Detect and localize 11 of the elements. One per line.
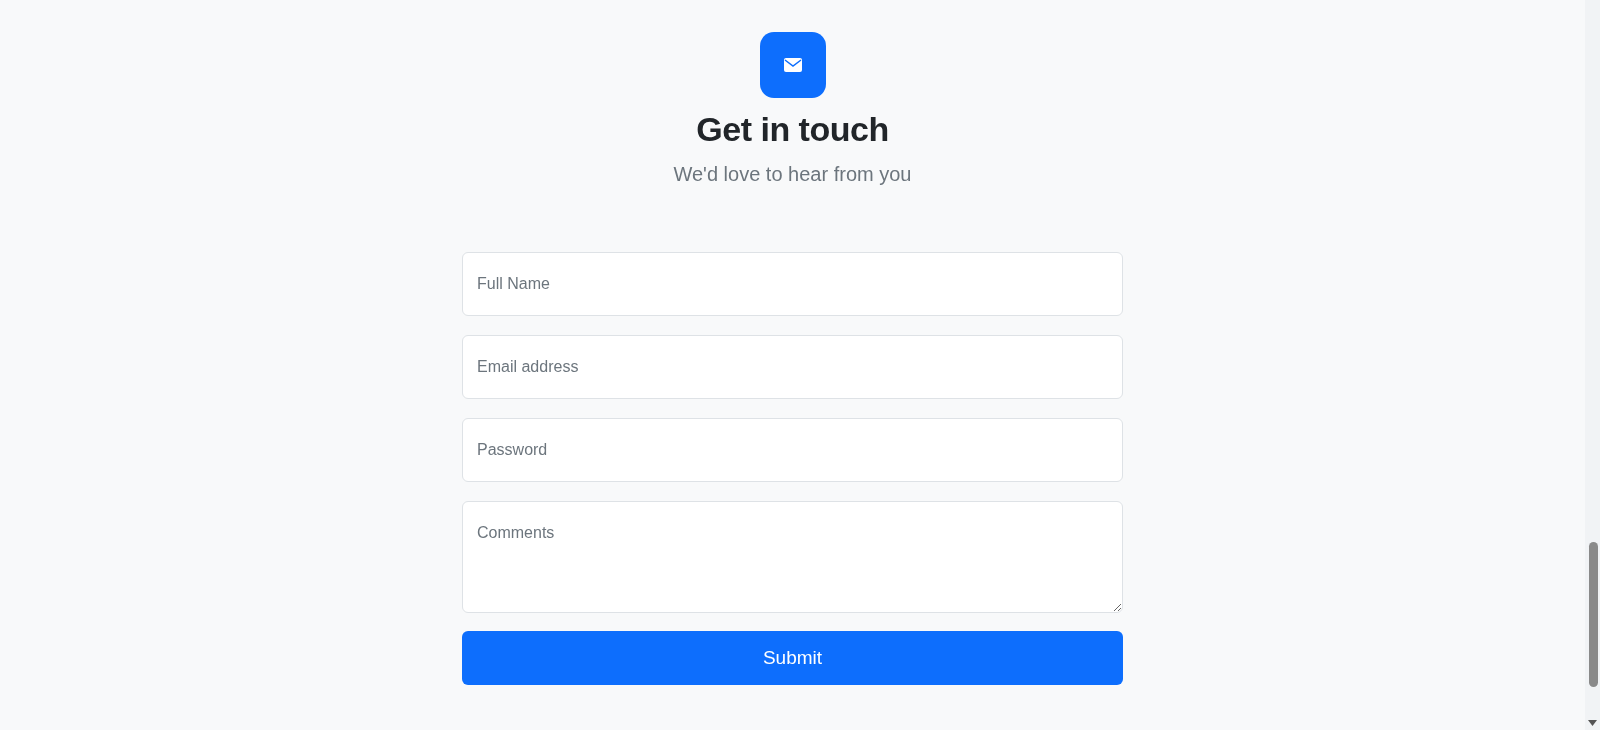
scrollbar[interactable] bbox=[1585, 0, 1600, 730]
input-field[interactable]: Full Name bbox=[462, 252, 1123, 316]
scroll-down-icon[interactable] bbox=[1588, 720, 1597, 726]
scroll-thumb[interactable] bbox=[1589, 542, 1598, 687]
comments-field[interactable]: Comments bbox=[462, 501, 1123, 613]
page-subtitle: We'd love to hear from you bbox=[673, 163, 912, 186]
page-title: Get in touch bbox=[696, 110, 889, 149]
password-field[interactable]: Password bbox=[462, 418, 1123, 482]
submit-button[interactable]: Submit bbox=[462, 631, 1123, 685]
input-field[interactable]: Email address bbox=[462, 335, 1123, 399]
mail-icon bbox=[759, 32, 826, 98]
